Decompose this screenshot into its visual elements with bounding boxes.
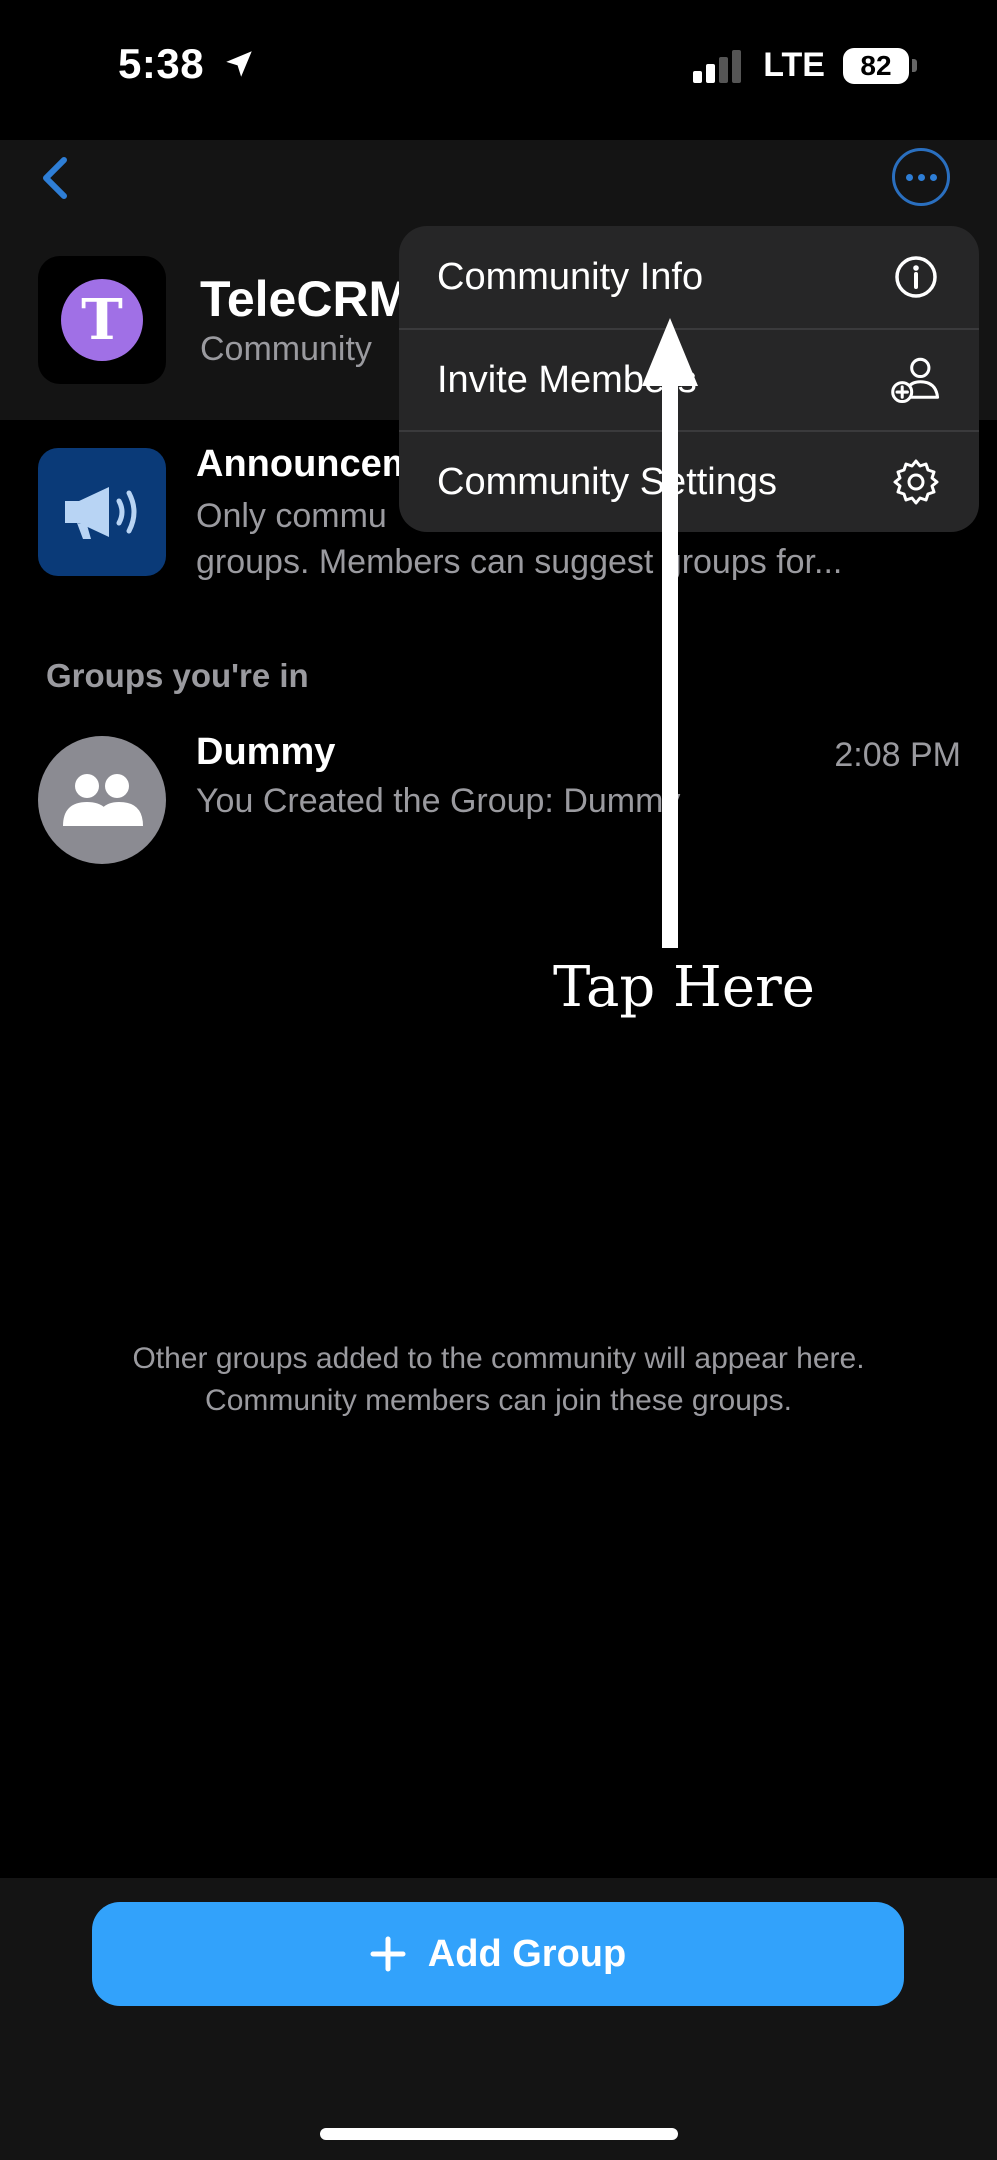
- add-group-label: Add Group: [427, 1932, 627, 1975]
- tap-here-annotation: Tap Here: [553, 955, 815, 1020]
- group-avatar[interactable]: [38, 736, 166, 864]
- battery-level: 82: [843, 47, 909, 84]
- add-person-icon: [891, 355, 941, 405]
- group-name[interactable]: Dummy: [196, 731, 335, 774]
- group-last-message: You Created the Group: Dummy: [196, 782, 681, 820]
- menu-item-label: Community Info: [437, 255, 704, 298]
- back-button[interactable]: [26, 148, 86, 208]
- add-group-button[interactable]: Add Group: [92, 1902, 904, 2006]
- menu-item-label: Community Settings: [437, 460, 778, 503]
- plus-icon: [370, 1936, 406, 1972]
- community-logo: T: [61, 279, 143, 361]
- status-time: 5:38: [118, 40, 256, 88]
- announcements-title[interactable]: Announcem: [196, 443, 416, 486]
- gear-icon: [891, 457, 941, 507]
- battery-icon: 82: [843, 47, 917, 84]
- location-arrow-icon: [226, 51, 252, 77]
- empty-groups-info: Other groups added to the community will…: [132, 1342, 865, 1417]
- group-people-icon: [63, 774, 143, 826]
- ellipsis-icon: [905, 173, 913, 181]
- megaphone-icon: [65, 487, 137, 539]
- annotation-arrow-icon: [642, 318, 698, 948]
- network-type: LTE: [763, 46, 825, 84]
- announcements-preview-line1: Only commu: [196, 497, 387, 535]
- announcements-preview-line2: groups. Members can suggest groups for..…: [196, 543, 843, 581]
- signal-icon: [693, 49, 742, 83]
- chevron-left-icon: [43, 157, 67, 199]
- community-subtitle: Community: [200, 330, 372, 368]
- more-options-button[interactable]: [892, 148, 950, 206]
- status-indicators: LTE 82: [691, 46, 917, 85]
- community-name[interactable]: TeleCRM: [200, 270, 410, 328]
- group-time: 2:08 PM: [834, 736, 961, 774]
- home-indicator[interactable]: [320, 2128, 678, 2140]
- menu-item-community-info[interactable]: Community Info: [399, 226, 979, 328]
- announcements-avatar[interactable]: [38, 448, 166, 576]
- community-avatar[interactable]: T: [38, 256, 166, 384]
- groups-section-label: Groups you're in: [46, 657, 309, 694]
- info-icon: [891, 252, 941, 302]
